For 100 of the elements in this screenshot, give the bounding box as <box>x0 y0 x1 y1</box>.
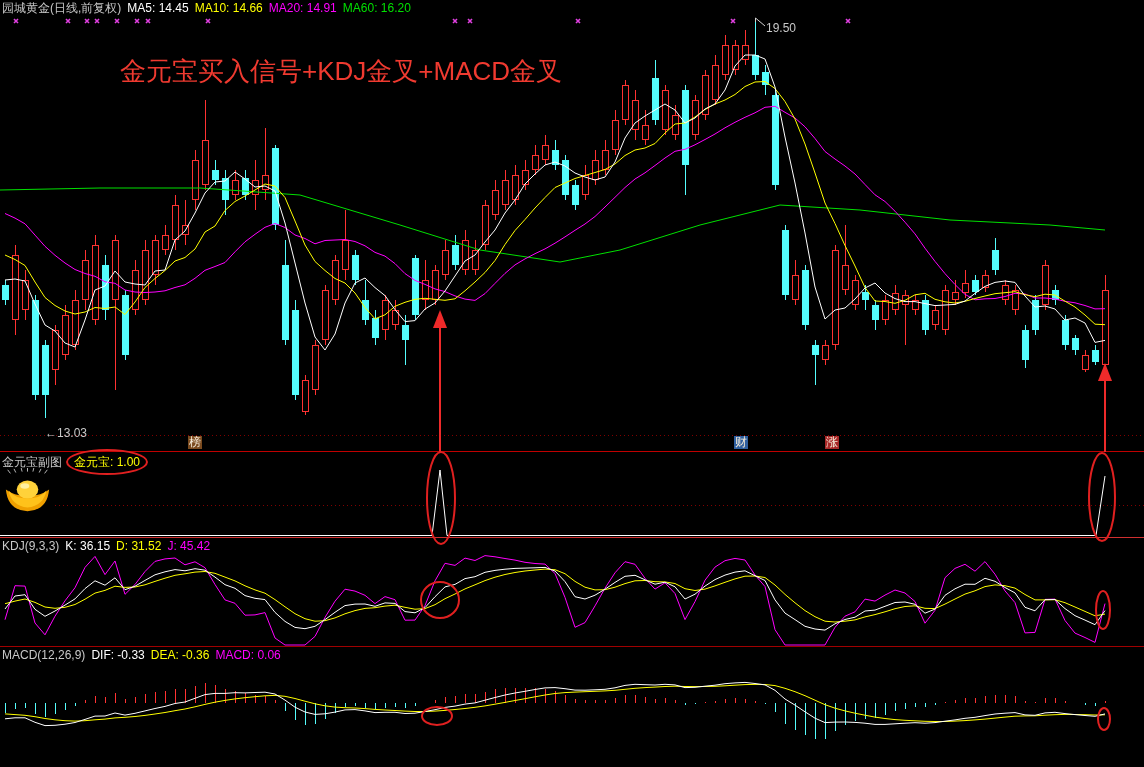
candlestick <box>632 89 639 141</box>
candlestick <box>942 284 949 336</box>
candlestick <box>412 254 419 321</box>
indicator-label: MA60: 16.20 <box>342 1 411 15</box>
highlight-ellipse <box>420 581 460 619</box>
cross-marker-icon <box>94 18 100 24</box>
panel-title: KDJ(9,3,3) <box>2 539 60 553</box>
candlestick <box>482 199 489 251</box>
candlestick <box>462 229 469 276</box>
candlestick <box>592 149 599 186</box>
candlestick <box>422 259 429 311</box>
cross-marker-icon <box>84 18 90 24</box>
candlestick <box>562 154 569 201</box>
candlestick <box>722 34 729 81</box>
candlestick <box>392 299 399 331</box>
candlestick <box>852 274 859 311</box>
candlestick <box>992 237 999 276</box>
event-marker[interactable]: 涨 <box>825 436 839 449</box>
candlestick <box>732 39 739 76</box>
candlestick <box>2 279 9 306</box>
indicator-label: DIF: -0.33 <box>91 648 145 662</box>
candlestick <box>622 79 629 126</box>
candlestick <box>312 339 319 396</box>
candlestick <box>152 234 159 286</box>
candlestick <box>62 304 69 361</box>
candlestick <box>752 21 759 81</box>
candlestick <box>642 109 649 146</box>
candlestick <box>1022 324 1029 369</box>
candlestick <box>332 254 339 306</box>
cross-marker-icon <box>467 18 473 24</box>
candlestick <box>1032 294 1039 336</box>
indicator-label: J: 45.42 <box>167 539 211 553</box>
panel-title: 金元宝副图 <box>2 455 62 469</box>
candlestick <box>362 279 369 326</box>
candlestick <box>1042 259 1049 311</box>
cross-marker-icon <box>134 18 140 24</box>
high-price-label: 19.50 <box>766 21 797 35</box>
candlestick <box>252 159 259 211</box>
highlight-ellipse <box>1097 707 1111 731</box>
candlestick <box>702 69 709 121</box>
cross-marker-icon <box>575 18 581 24</box>
candlestick <box>52 324 59 386</box>
event-marker[interactable]: 榜 <box>188 436 202 449</box>
candlestick <box>142 239 149 306</box>
cross-marker-icon <box>452 18 458 24</box>
low-price-label: ←13.03 <box>45 426 88 440</box>
candlestick <box>972 274 979 296</box>
candlestick <box>1052 284 1059 306</box>
candlestick <box>552 139 559 171</box>
candlestick <box>472 239 479 276</box>
leader-line <box>755 17 766 27</box>
candlestick <box>962 269 969 299</box>
cross-marker-icon <box>845 18 851 24</box>
candlestick <box>652 59 659 126</box>
candlestick <box>612 109 619 156</box>
candlestick <box>182 199 189 246</box>
candlestick <box>232 169 239 201</box>
candlestick <box>1062 314 1069 351</box>
cross-marker-icon <box>145 18 151 24</box>
candlestick <box>22 269 29 321</box>
cross-marker-icon <box>114 18 120 24</box>
cross-marker-icon <box>65 18 71 24</box>
candlestick <box>1002 279 1009 306</box>
highlight-ellipse <box>1095 590 1111 630</box>
indicator-label: MACD: 0.06 <box>215 648 281 662</box>
candlestick <box>372 309 379 346</box>
indicator-label: MA10: 14.66 <box>194 1 263 15</box>
candlestick <box>712 54 719 106</box>
candlestick <box>522 159 529 191</box>
candlestick <box>492 179 499 221</box>
candlestick <box>982 269 989 293</box>
candlestick <box>242 169 249 201</box>
candlestick <box>762 64 769 96</box>
signal-caption: 金元宝买入信号+KDJ金叉+MACD金叉 <box>120 55 563 87</box>
candlestick <box>162 224 169 256</box>
candlestick <box>512 164 519 206</box>
candlestick <box>892 284 899 316</box>
indicator-readout: 金元宝: 1.00 <box>74 455 141 469</box>
candlestick <box>1012 284 1019 316</box>
candlestick <box>322 284 329 346</box>
candlestick <box>302 374 309 416</box>
candlestick <box>932 304 939 331</box>
candlestick <box>452 234 459 271</box>
candlestick <box>402 314 409 366</box>
candlestick <box>192 149 199 211</box>
candlestick <box>742 29 749 66</box>
candlestick <box>1092 344 1099 366</box>
candlestick <box>212 159 219 186</box>
event-marker[interactable]: 财 <box>734 436 748 449</box>
candlestick <box>802 264 809 331</box>
candlestick <box>102 254 109 321</box>
indicator-label: MA5: 14.45 <box>127 1 189 15</box>
candlestick <box>1082 349 1089 373</box>
cross-marker-icon <box>730 18 736 24</box>
candlestick <box>912 294 919 316</box>
candlestick <box>792 259 799 306</box>
candlestick <box>132 259 139 316</box>
candlestick <box>352 249 359 286</box>
cross-marker-icon <box>13 18 19 24</box>
candlestick <box>662 84 669 136</box>
